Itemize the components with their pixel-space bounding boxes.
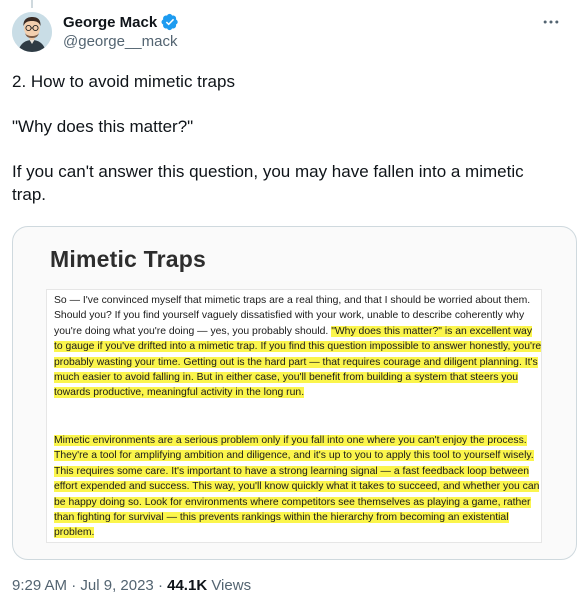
tweet-paragraph: "Why does this matter?": [12, 117, 194, 136]
author-name-row[interactable]: George Mack: [63, 13, 179, 31]
verified-badge-icon[interactable]: [161, 13, 179, 31]
tweet-metadata: 9:29 AM · Jul 9, 2023 · 44.1K Views: [12, 577, 251, 594]
avatar-illustration: [12, 12, 52, 52]
image-text-box: So — I've convinced myself that mimetic …: [46, 289, 542, 543]
tweet-text: 2. How to avoid mimetic traps "Why does …: [12, 70, 560, 206]
image-paragraph-2: Mimetic environments are a serious probl…: [54, 433, 542, 541]
meta-separator: ·: [153, 577, 168, 594]
views-count: 44.1K: [167, 577, 208, 594]
tweet-time[interactable]: 9:29 AM: [12, 577, 67, 594]
author-handle[interactable]: @george__mack: [63, 33, 177, 50]
tweet-date[interactable]: Jul 9, 2023: [80, 577, 153, 594]
image-paragraph-1: So — I've convinced myself that mimetic …: [54, 293, 542, 401]
avatar[interactable]: [12, 12, 52, 52]
thread-connector-line: [31, 0, 33, 8]
tweet-paragraph: If you can't answer this question, you m…: [12, 162, 524, 204]
more-options-icon[interactable]: [539, 10, 563, 34]
author-display-name[interactable]: George Mack: [63, 14, 157, 31]
views-label: Views: [207, 577, 252, 594]
meta-separator: ·: [67, 577, 81, 594]
image-highlighted-text: Mimetic environments are a serious probl…: [54, 435, 540, 539]
image-title: Mimetic Traps: [50, 246, 206, 272]
attached-image[interactable]: Mimetic Traps So — I've convinced myself…: [12, 226, 577, 560]
tweet-paragraph: 2. How to avoid mimetic traps: [12, 72, 235, 91]
